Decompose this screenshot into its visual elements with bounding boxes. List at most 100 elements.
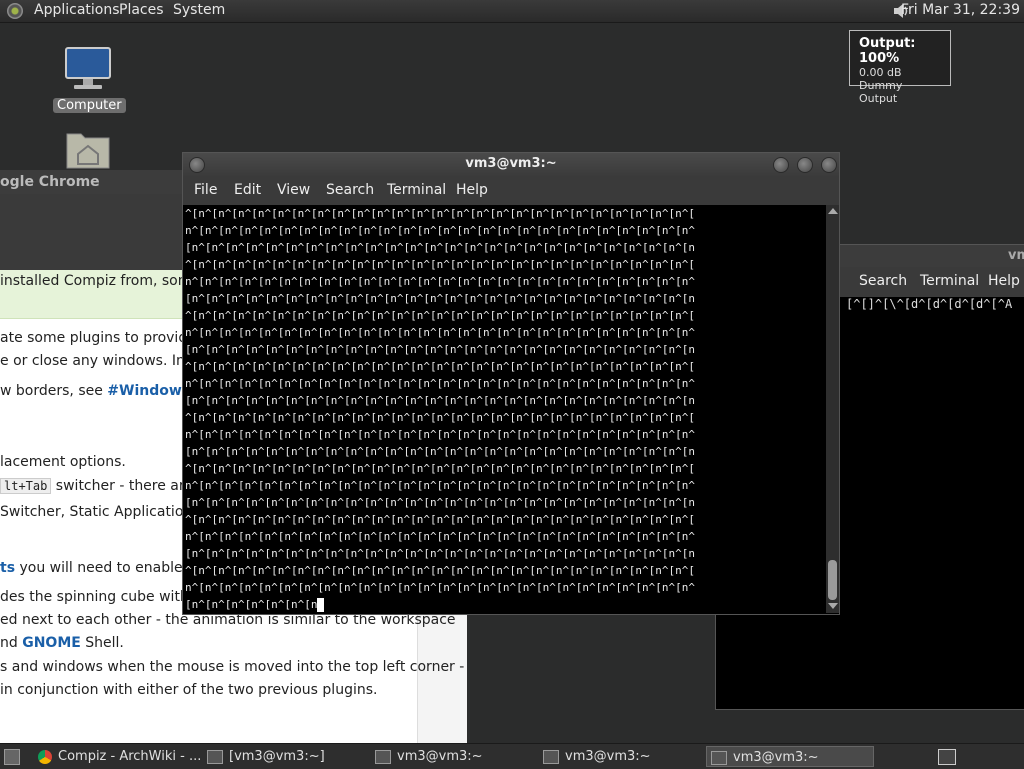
task-label: vm3@vm3:~ <box>397 749 483 764</box>
scroll-thumb[interactable] <box>828 560 837 600</box>
menu-file[interactable]: File <box>194 182 217 198</box>
task-label: vm3@vm3:~ <box>565 749 651 764</box>
wiki-text-line: s and windows when the mouse is moved in… <box>0 659 465 675</box>
wiki-text-line: des the spinning cube with ea <box>0 589 211 605</box>
computer-label: Computer <box>53 98 126 113</box>
distro-logo-icon[interactable] <box>7 3 23 19</box>
volume-tooltip: Output: 100% 0.00 dB Dummy Output <box>849 30 951 105</box>
wiki-text-fragment: switcher - there are <box>51 478 193 494</box>
terminal-prompt-line: [n^[n^[n^[n^[n^[n^[n <box>185 596 825 613</box>
top-panel: Applications Places System Fri Mar 31, 2… <box>0 0 1024 23</box>
terminal-line: n^[n^[n^[n^[n^[n^[n^[n^[n^[n^[n^[n^[n^[n… <box>185 479 695 492</box>
terminal-line: ^[n^[n^[n^[n^[n^[n^[n^[n^[n^[n^[n^[n^[n^… <box>185 309 695 322</box>
task-terminal-4[interactable]: vm3@vm3:~ <box>706 746 874 767</box>
wiki-text-line: lacement options. <box>0 454 126 470</box>
wiki-text-line: ate some plugins to provide b <box>0 330 210 346</box>
terminal-line: ^[n^[n^[n^[n^[n^[n^[n^[n^[n^[n^[n^[n^[n^… <box>185 462 695 475</box>
menu-terminal[interactable]: Terminal <box>920 273 979 289</box>
wiki-text-line: nd GNOME Shell. <box>0 635 124 651</box>
task-label: Compiz - ArchWiki - ... <box>58 749 202 764</box>
terminal-line: n^[n^[n^[n^[n^[n^[n^[n^[n^[n^[n^[n^[n^[n… <box>185 377 695 390</box>
places-menu[interactable]: Places <box>119 2 164 18</box>
volume-output-level: Output: 100% <box>859 36 916 66</box>
task-chrome[interactable]: Compiz - ArchWiki - ... <box>38 746 201 767</box>
wiki-text-fragment: w borders, see <box>0 383 108 399</box>
bottom-taskbar: Compiz - ArchWiki - ... [vm3@vm3:~] vm3@… <box>0 743 1024 769</box>
show-desktop-icon <box>4 748 20 765</box>
window-menu-icon[interactable] <box>189 157 205 173</box>
task-terminal-1[interactable]: [vm3@vm3:~] <box>207 746 325 767</box>
task-label: vm3@vm3:~ <box>733 750 819 765</box>
terminal-line: [n^[n^[n^[n^[n^[n^[n^[n^[n^[n^[n^[n^[n^[… <box>185 547 695 560</box>
minimize-icon[interactable] <box>773 157 789 173</box>
terminal-line: [n^[n^[n^[n^[n^[n^[n^[n^[n^[n^[n^[n^[n^[… <box>185 445 695 458</box>
scroll-down-icon[interactable] <box>828 603 838 609</box>
terminal-line: ^[n^[n^[n^[n^[n^[n^[n^[n^[n^[n^[n^[n^[n^… <box>185 207 695 220</box>
terminal-line: n^[n^[n^[n^[n^[n^[n^[n^[n^[n^[n^[n^[n^[n… <box>185 275 695 288</box>
terminal-line: n^[n^[n^[n^[n^[n^[n^[n^[n^[n^[n^[n^[n^[n… <box>185 530 695 543</box>
wiki-text-fragment: nd <box>0 635 23 651</box>
system-menu[interactable]: System <box>173 2 225 18</box>
wiki-link[interactable]: GNOME <box>22 635 81 651</box>
terminal-line: n^[n^[n^[n^[n^[n^[n^[n^[n^[n^[n^[n^[n^[n… <box>185 326 695 339</box>
task-label: [vm3@vm3:~] <box>229 749 325 764</box>
computer-icon <box>65 47 111 89</box>
terminal-line: ^[n^[n^[n^[n^[n^[n^[n^[n^[n^[n^[n^[n^[n^… <box>185 513 695 526</box>
terminal-line: n^[n^[n^[n^[n^[n^[n^[n^[n^[n^[n^[n^[n^[n… <box>185 581 695 594</box>
terminal-line: ^[n^[n^[n^[n^[n^[n^[n^[n^[n^[n^[n^[n^[n^… <box>185 564 695 577</box>
terminal-line: ^[n^[n^[n^[n^[n^[n^[n^[n^[n^[n^[n^[n^[n^… <box>185 258 695 271</box>
kbd-alt-tab: lt+Tab <box>0 478 52 494</box>
terminal-line: [n^[n^[n^[n^[n^[n^[n^[n^[n^[n^[n^[n^[n^[… <box>185 343 695 356</box>
volume-device: Dummy Output <box>859 79 903 105</box>
chrome-icon <box>38 749 52 764</box>
wiki-text-fragment: Shell. <box>80 635 124 651</box>
terminal-title: vm3@vm3:~ <box>465 156 557 171</box>
applications-menu[interactable]: Applications <box>34 2 120 18</box>
scroll-up-icon[interactable] <box>828 208 838 214</box>
wiki-link[interactable]: ts <box>0 560 15 576</box>
wiki-text-line: lt+Tab switcher - there are <box>0 478 193 494</box>
menu-edit[interactable]: Edit <box>234 182 261 198</box>
terminal-cursor <box>317 598 325 612</box>
menu-search[interactable]: Search <box>859 273 907 289</box>
desktop-computer[interactable]: Computer <box>53 46 126 113</box>
terminal-icon <box>711 750 727 765</box>
terminal-output[interactable]: ^[n^[n^[n^[n^[n^[n^[n^[n^[n^[n^[n^[n^[n^… <box>185 205 825 613</box>
terminal-line: [n^[n^[n^[n^[n^[n^[n^[n^[n^[n^[n^[n^[n^[… <box>185 292 695 305</box>
home-folder-icon <box>66 133 110 169</box>
terminal-line: n^[n^[n^[n^[n^[n^[n^[n^[n^[n^[n^[n^[n^[n… <box>185 428 695 441</box>
terminal-line: [n^[n^[n^[n^[n^[n^[n^[n^[n^[n^[n^[n^[n^[… <box>185 496 695 509</box>
wiki-text-line: e or close any windows. Impo <box>0 353 208 369</box>
workspace-icon <box>938 748 956 765</box>
terminal-scrollbar[interactable] <box>826 205 839 613</box>
workspace-switcher[interactable] <box>938 746 958 767</box>
terminal-titlebar[interactable]: vm3@vm3:~ <box>183 153 839 177</box>
terminal-line: n^[n^[n^[n^[n^[n^[n^[n^[n^[n^[n^[n^[n^[n… <box>185 224 695 237</box>
menu-help[interactable]: Help <box>456 182 488 198</box>
terminal-icon <box>375 749 391 764</box>
menu-terminal[interactable]: Terminal <box>387 182 446 198</box>
terminal-line: [n^[n^[n^[n^[n^[n^[n^[n^[n^[n^[n^[n^[n^[… <box>185 241 695 254</box>
terminal-line: ^[n^[n^[n^[n^[n^[n^[n^[n^[n^[n^[n^[n^[n^… <box>185 360 695 373</box>
background-terminal-title: vm <box>1008 248 1024 263</box>
terminal-menubar: File Edit View Search Terminal Help <box>183 177 839 205</box>
terminal-line: ^[n^[n^[n^[n^[n^[n^[n^[n^[n^[n^[n^[n^[n^… <box>185 411 695 424</box>
wiki-text-line: in conjunction with either of the two pr… <box>0 682 378 698</box>
background-terminal-output: [^[]^[\^[d^[d^[d^[d^[^A <box>846 297 1013 311</box>
volume-db: 0.00 dB <box>859 66 902 79</box>
menu-view[interactable]: View <box>277 182 310 198</box>
terminal-line: [n^[n^[n^[n^[n^[n^[n <box>185 598 318 611</box>
close-icon[interactable] <box>821 157 837 173</box>
show-desktop-button[interactable] <box>4 746 24 767</box>
clock[interactable]: Fri Mar 31, 22:39 <box>901 2 1020 18</box>
desktop-home-folder[interactable] <box>53 128 123 174</box>
task-terminal-2[interactable]: vm3@vm3:~ <box>375 746 483 767</box>
terminal-icon <box>543 749 559 764</box>
menu-help[interactable]: Help <box>988 273 1020 289</box>
maximize-icon[interactable] <box>797 157 813 173</box>
terminal-icon <box>207 749 223 764</box>
task-terminal-3[interactable]: vm3@vm3:~ <box>543 746 651 767</box>
menu-search[interactable]: Search <box>326 182 374 198</box>
terminal-line: [n^[n^[n^[n^[n^[n^[n^[n^[n^[n^[n^[n^[n^[… <box>185 394 695 407</box>
terminal-window[interactable]: vm3@vm3:~ File Edit View Search Terminal… <box>182 152 840 615</box>
